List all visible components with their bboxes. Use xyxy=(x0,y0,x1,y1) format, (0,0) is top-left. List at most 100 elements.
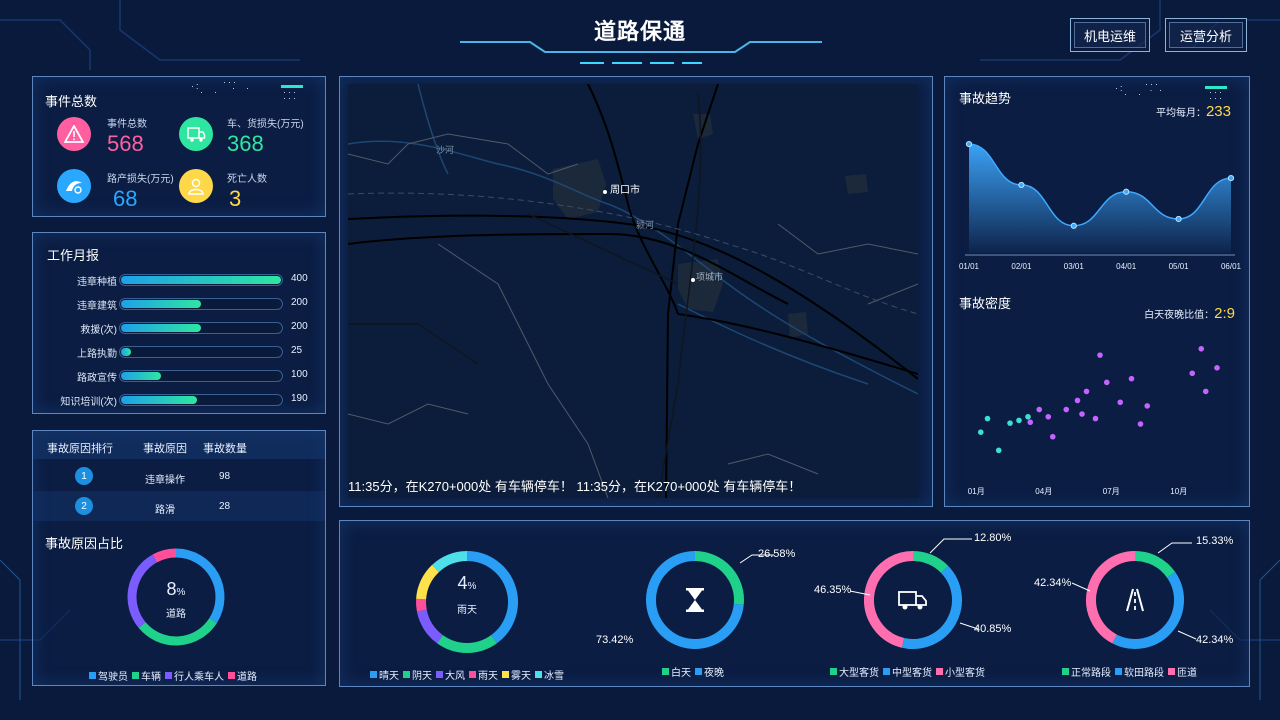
cause-ratio-title: 事故原因占比 xyxy=(45,536,124,551)
bar-row: 知识培训(次) 190 xyxy=(33,393,323,408)
legend-item[interactable]: 车辆 xyxy=(132,668,161,683)
cause-legend: 驾驶员 车辆 行人乘车人 道路 xyxy=(89,668,257,683)
x-tick-label: 05/01 xyxy=(1169,262,1190,271)
bar-track xyxy=(119,394,283,406)
scatter-point xyxy=(995,447,1002,454)
monthly-report-title: 工作月报 xyxy=(47,248,100,263)
wave-icon xyxy=(57,169,91,203)
density-title: 事故密度 xyxy=(959,296,1012,311)
scatter-point xyxy=(1045,413,1052,420)
bar-row: 救援(次) 200 xyxy=(33,321,323,336)
trend-point xyxy=(965,140,973,148)
bar-fill xyxy=(121,276,281,284)
events-title: 事件总数 xyxy=(45,94,98,109)
bar-row: 违章种植 400 xyxy=(33,273,323,288)
scatter-point xyxy=(1007,420,1013,426)
electromechanical-button[interactable]: 机电运维 xyxy=(1070,18,1150,52)
bar-label: 路政宣传 xyxy=(77,373,117,384)
scatter-point xyxy=(1137,421,1144,427)
vehicle-callouts xyxy=(849,538,979,630)
x-tick-label: 07月 xyxy=(1103,487,1120,496)
scatter-point xyxy=(1144,403,1151,409)
decor-dots: ·: · · xyxy=(1115,83,1143,99)
scatter-point xyxy=(1025,413,1031,420)
bottom-stats-panel: 4% 雨天 晴天 阴天 大风 雨天 雾天 冰雪 26.58% 73.42% 白天 夜晚 12… xyxy=(339,520,1250,687)
daynight-pct-bottom: 73.42% xyxy=(596,634,634,646)
col-count-header: 事故数量 xyxy=(203,443,247,455)
trend-point xyxy=(1070,222,1077,229)
legend-item[interactable]: 正常路段 xyxy=(1062,664,1111,679)
scatter-point xyxy=(984,415,991,422)
vehicle-loss-label: 车、货损失(万元) xyxy=(227,119,304,130)
scatter-point xyxy=(1097,352,1103,358)
donut-slice xyxy=(466,551,518,644)
monthly-report-panel: 工作月报 违章种植 400 违章建筑 200 救援(次) 200 上路执勤 25 路政宣传 100… xyxy=(32,232,326,414)
legend-item[interactable]: 大型客货 xyxy=(830,664,879,679)
legend-item[interactable]: 白天 xyxy=(662,664,691,679)
bar-value: 100 xyxy=(291,369,308,380)
legend-item[interactable]: 行人乘车人 xyxy=(165,668,224,683)
bar-label: 救援(次) xyxy=(80,325,117,336)
legend-item[interactable]: 小型客货 xyxy=(936,664,985,679)
col-rank-header: 事故原因排行 xyxy=(47,443,113,455)
x-tick-label: 03/01 xyxy=(1064,262,1085,271)
operation-analysis-button[interactable]: 运营分析 xyxy=(1165,18,1247,52)
donut-slice xyxy=(152,548,177,563)
road-loss-label: 路产损失(万元) xyxy=(107,174,174,185)
event-total-label: 事件总数 xyxy=(107,119,147,130)
vehicle-pct-bottom: 40.85% xyxy=(974,623,1012,635)
cause-center-value: 8% xyxy=(166,579,186,599)
decor-dots: ·: · · xyxy=(191,81,219,97)
legend-item[interactable]: 雾天 xyxy=(502,667,531,682)
legend-item[interactable]: 软田路段 xyxy=(1115,664,1164,679)
x-tick-label: 06/01 xyxy=(1221,262,1242,271)
rank-badge: 1 xyxy=(75,467,93,485)
decor-dots: ··· ··· xyxy=(283,87,298,103)
decor-dots: ··· ··· xyxy=(1209,87,1224,103)
legend-item[interactable]: 匝道 xyxy=(1168,664,1197,679)
legend-item[interactable]: 夜晚 xyxy=(695,664,724,679)
legend-item[interactable]: 冰雪 xyxy=(535,667,564,682)
scatter-point xyxy=(1083,388,1090,395)
truck-icon xyxy=(179,117,213,151)
cause-center-label: 道路 xyxy=(166,609,186,620)
trend-area-chart: 01/01 02/01 03/01 04/01 05/01 06/01 xyxy=(959,140,1242,271)
river-label: 颍河 xyxy=(636,220,655,230)
bar-fill xyxy=(121,396,197,404)
donut-slice xyxy=(138,618,217,646)
table-row[interactable]: 1 违章操作 98 xyxy=(33,461,325,491)
legend-item[interactable]: 道路 xyxy=(228,668,257,683)
road-legend: 正常路段 软田路段 匝道 xyxy=(1062,664,1197,679)
city-label: 项城市 xyxy=(696,272,724,282)
count-cell: 28 xyxy=(219,501,231,512)
bar-row: 上路执勤 25 xyxy=(33,345,323,360)
weather-center-value: 4% xyxy=(457,573,477,593)
legend-item[interactable]: 中型客货 xyxy=(883,664,932,679)
legend-item[interactable]: 大风 xyxy=(436,667,465,682)
road-map[interactable]: 周口市 项城市 沙河 颍河 xyxy=(348,84,918,498)
bar-label: 违章种植 xyxy=(77,277,117,288)
bar-label: 违章建筑 xyxy=(77,301,117,312)
legend-item[interactable]: 驾驶员 xyxy=(89,668,128,683)
legend-item[interactable]: 晴天 xyxy=(370,667,399,682)
trend-point xyxy=(1123,188,1130,195)
bar-label: 知识培训(次) xyxy=(60,397,117,408)
legend-item[interactable]: 雨天 xyxy=(469,667,498,682)
scatter-point xyxy=(1049,433,1056,440)
decor-dots: ··· · · xyxy=(1145,79,1164,95)
rank-badge: 2 xyxy=(75,497,93,515)
bar-track xyxy=(119,274,283,286)
trend-title: 事故趋势 xyxy=(959,91,1012,106)
table-row[interactable]: 2 路滑 28 xyxy=(33,491,325,521)
scatter-point xyxy=(1128,375,1135,382)
event-ticker: 11:35分，在K270+000处 有车辆停车！ 11:35分，在K270+00… xyxy=(348,479,802,494)
bar-label: 上路执勤 xyxy=(77,349,117,360)
decor-dots: ··· · · xyxy=(223,77,251,93)
vehicle-loss-value: 368 xyxy=(227,131,264,156)
bar-value: 200 xyxy=(291,321,308,332)
scatter-point xyxy=(1036,406,1043,413)
legend-item[interactable]: 阴天 xyxy=(403,667,432,682)
event-total-value: 568 xyxy=(107,131,144,156)
scatter-point xyxy=(977,429,984,435)
scatter-point xyxy=(1202,388,1209,395)
